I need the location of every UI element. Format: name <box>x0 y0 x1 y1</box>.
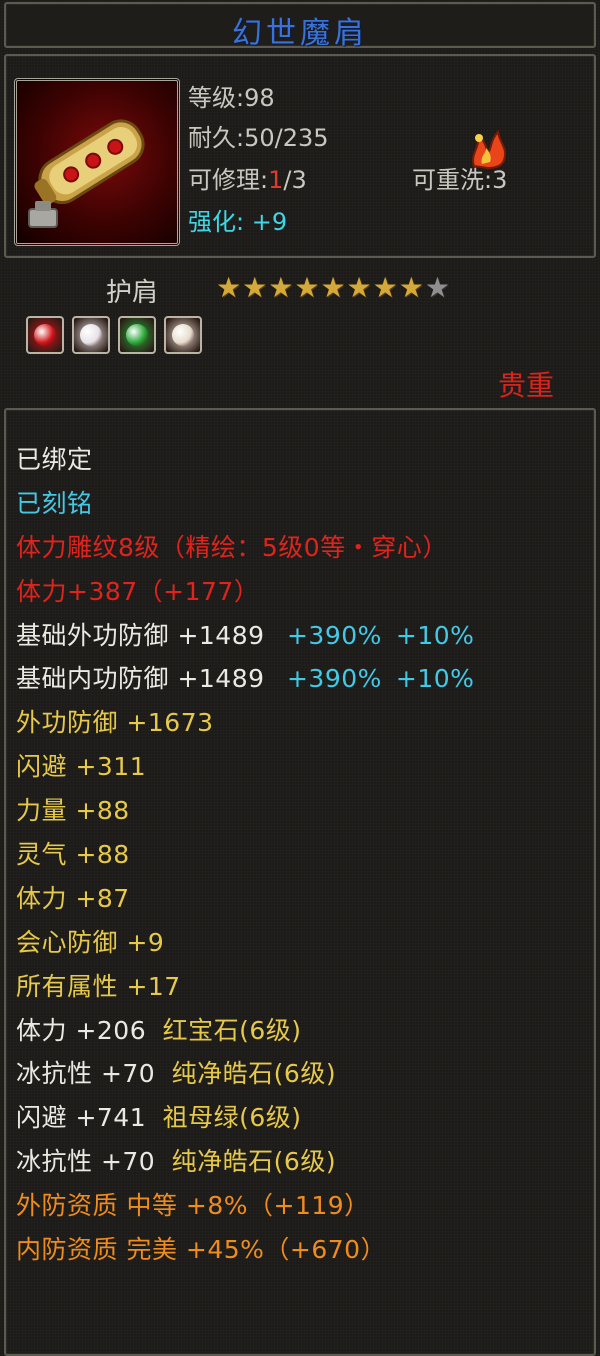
attribute-gem-name: 纯净皓石(6级) <box>171 1059 337 1089</box>
item-tooltip: 幻世魔肩 等级:98 耐久:50/235 可修理:1/3 可重洗:3 强化: +… <box>0 0 600 1356</box>
attribute-line: 冰抗性 +70 纯净皓石(6级) <box>16 1052 474 1096</box>
attribute-text: 体力+387（+177） <box>16 576 260 606</box>
durability-label: 耐久:50/235 <box>188 124 329 152</box>
attribute-line: 体力雕纹8级（精绘：5级0等・穿心） <box>16 526 474 570</box>
repair-total: /3 <box>283 166 307 194</box>
attribute-text: 外防资质 中等 +8%（+119） <box>16 1191 370 1221</box>
star-filled-icon: ★ <box>346 271 372 304</box>
attribute-line: 体力 +206 红宝石(6级) <box>16 1009 474 1053</box>
repair-label: 可修理:1/3 <box>188 160 307 195</box>
repair-prefix: 可修理: <box>188 166 269 194</box>
title-bar: 幻世魔肩 <box>4 2 596 51</box>
attribute-text: 内防资质 完美 +45%（+670） <box>16 1235 387 1265</box>
star-filled-icon: ★ <box>294 271 320 304</box>
attribute-gem-name: 红宝石(6级) <box>162 1015 302 1045</box>
attribute-line: 基础内功防御 +1489 +390% +10% <box>16 657 474 701</box>
gem-core <box>172 324 194 346</box>
rarity-label: 贵重 <box>497 369 554 402</box>
attribute-line: 冰抗性 +70 纯净皓石(6级) <box>16 1140 474 1184</box>
gem-core <box>80 324 102 346</box>
attribute-line: 所有属性 +17 <box>16 965 474 1009</box>
attribute-line: 已绑定 <box>16 438 474 482</box>
star-filled-icon: ★ <box>320 271 346 304</box>
gem-sockets <box>26 316 202 354</box>
item-type-section: 护肩 ★ ★ ★ ★ ★ ★ ★ ★ ★ 贵重 <box>4 264 592 404</box>
star-rating: ★ ★ ★ ★ ★ ★ ★ ★ ★ <box>216 270 450 306</box>
repair-used: 1 <box>268 166 284 194</box>
attribute-line: 闪避 +741 祖母绿(6级) <box>16 1096 474 1140</box>
attribute-text: 闪避 +741 <box>16 1103 155 1133</box>
attribute-text: 已刻铭 <box>16 488 93 518</box>
attribute-text: 冰抗性 +70 <box>16 1059 164 1089</box>
attribute-bonus: +10% <box>395 620 475 650</box>
pure-diamond-gem-icon[interactable] <box>72 316 110 354</box>
attribute-text: 基础内功防御 +1489 <box>16 664 273 694</box>
ruby-gem-icon[interactable] <box>26 316 64 354</box>
flame-rune-icon <box>466 126 512 172</box>
attribute-text: 基础外功防御 +1489 <box>16 620 273 650</box>
gem-core <box>34 324 56 346</box>
attribute-text: 力量 +88 <box>16 796 130 826</box>
attribute-bonus: +390% <box>286 620 382 650</box>
gold-pauldron-icon[interactable] <box>14 78 180 246</box>
star-filled-icon: ★ <box>242 271 268 304</box>
attribute-line: 灵气 +88 <box>16 833 474 877</box>
attribute-line: 闪避 +311 <box>16 745 474 789</box>
star-filled-icon: ★ <box>398 271 424 304</box>
attribute-text: 灵气 +88 <box>16 840 130 870</box>
attribute-text: 体力雕纹8级（精绘：5级0等・穿心） <box>16 532 448 562</box>
attribute-text: 已绑定 <box>16 445 93 474</box>
attribute-line: 已刻铭 <box>16 482 474 526</box>
attribute-line: 力量 +88 <box>16 789 474 833</box>
attribute-line: 基础外功防御 +1489 +390% +10% <box>16 614 474 658</box>
attribute-text: 体力 +206 <box>16 1015 155 1045</box>
attribute-line: 外防资质 中等 +8%（+119） <box>16 1184 474 1228</box>
attribute-bonus: +390% <box>286 664 382 694</box>
attribute-text: 闪避 +311 <box>16 752 147 782</box>
emerald-gem-icon[interactable] <box>118 316 156 354</box>
star-filled-icon: ★ <box>216 271 242 304</box>
attribute-line: 外功防御 +1673 <box>16 701 474 745</box>
attribute-text: 冰抗性 +70 <box>16 1147 164 1177</box>
attribute-gem-name: 祖母绿(6级) <box>162 1103 302 1133</box>
pure-diamond-gem-icon[interactable] <box>164 316 202 354</box>
attribute-text: 会心防御 +9 <box>16 927 165 957</box>
star-filled-icon: ★ <box>372 271 398 304</box>
enhance-label: 强化: +9 <box>188 208 288 236</box>
attribute-text: 所有属性 +17 <box>16 971 181 1001</box>
attribute-list: 已绑定已刻铭体力雕纹8级（精绘：5级0等・穿心） 体力+387（+177） 基础外功… <box>16 438 474 1272</box>
attribute-text: 体力 +87 <box>16 883 130 913</box>
attribute-line: 会心防御 +9 <box>16 921 474 965</box>
attribute-line: 内防资质 完美 +45%（+670） <box>16 1228 474 1272</box>
gem-core <box>126 324 148 346</box>
level-label: 等级:98 <box>188 84 275 112</box>
attribute-panel: 已绑定已刻铭体力雕纹8级（精绘：5级0等・穿心） 体力+387（+177） 基础外功… <box>4 408 596 1356</box>
attribute-bonus: +10% <box>395 664 475 694</box>
attribute-line: 体力+387（+177） <box>16 570 474 614</box>
star-empty-icon: ★ <box>424 271 450 304</box>
item-name: 幻世魔肩 <box>232 16 368 51</box>
attribute-text: 外功防御 +1673 <box>16 708 214 738</box>
item-type: 护肩 <box>106 278 159 308</box>
attribute-line: 体力 +87 <box>16 877 474 921</box>
attribute-gem-name: 纯净皓石(6级) <box>171 1147 337 1177</box>
star-filled-icon: ★ <box>268 271 294 304</box>
item-info-panel: 等级:98 耐久:50/235 可修理:1/3 可重洗:3 强化: +9 <box>4 54 596 258</box>
